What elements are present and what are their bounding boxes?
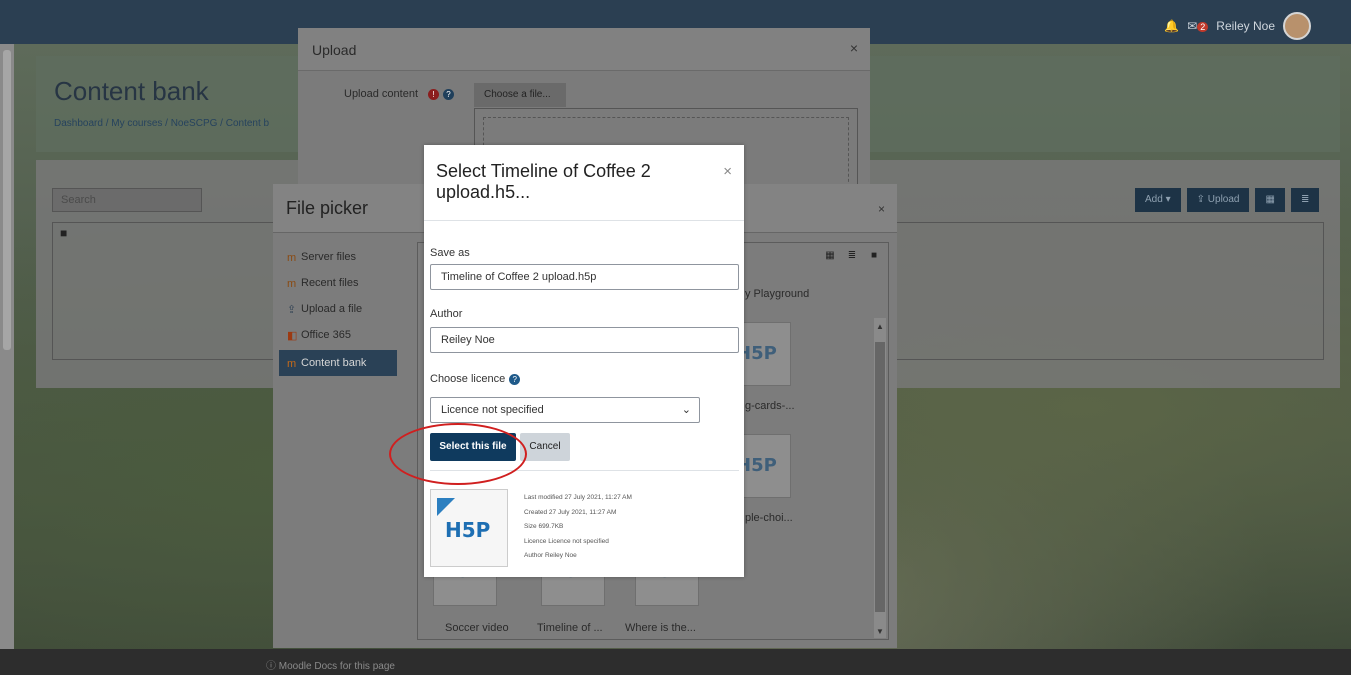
add-button[interactable]: Add ▾ xyxy=(1135,188,1181,212)
page-footer: ⓘ Moodle Docs for this page xyxy=(0,649,1351,675)
size-text: Size 699.7KB xyxy=(524,523,564,530)
scrollbar-thumb[interactable] xyxy=(3,50,11,350)
action-buttons: Add ▾ ⇪ Upload ▦ ≣ xyxy=(1135,188,1320,212)
save-as-label: Save as xyxy=(430,247,470,259)
author-label: Author xyxy=(430,308,463,320)
upload-content-label: Upload content xyxy=(344,88,418,100)
licence-text: Licence Licence not specified xyxy=(524,537,609,545)
last-modified-text: Last modified 27 July 2021, 11:27 AM xyxy=(524,494,632,501)
save-as-input[interactable]: Timeline of Coffee 2 upload.h5p xyxy=(430,264,739,290)
repo-office-365[interactable]: ◧ Office 365 xyxy=(279,322,397,348)
avatar[interactable] xyxy=(1283,12,1311,40)
breadcrumb[interactable]: Dashboard / My courses / NoeSCPG / Conte… xyxy=(54,118,269,129)
drawer-strip xyxy=(0,44,14,675)
search-input[interactable]: Search xyxy=(52,188,202,212)
file-name[interactable]: y Playground xyxy=(745,288,809,300)
user-menu[interactable]: 🔔 ✉ 2 Reiley Noe xyxy=(1164,12,1311,40)
page-title: Content bank xyxy=(54,76,209,106)
scroll-down-icon[interactable]: ▼ xyxy=(876,627,884,636)
upload-modal-title: Upload xyxy=(312,42,357,58)
folder-icon: ■ xyxy=(60,226,68,240)
close-icon[interactable]: × xyxy=(878,202,885,216)
select-file-dialog: Select Timeline of Coffee 2 upload.h5...… xyxy=(424,145,744,577)
file-details: Last modified 27 July 2021, 11:27 AM Cre… xyxy=(524,491,632,564)
file-name[interactable]: Timeline of ... xyxy=(537,622,603,634)
file-name[interactable]: Where is the... xyxy=(625,622,696,634)
field-icons: !? xyxy=(428,88,458,100)
notification-badge: 2 xyxy=(1197,22,1209,32)
moodle-icon: m xyxy=(287,278,297,290)
select-dialog-title: Select Timeline of Coffee 2 upload.h5... xyxy=(436,161,651,202)
repo-content-bank[interactable]: m Content bank xyxy=(279,350,397,376)
created-text: Created 27 July 2021, 11:27 AM xyxy=(524,508,617,516)
grid-view-icon[interactable]: ▦ xyxy=(821,250,839,264)
file-list-scrollbar[interactable]: ▲ ▼ xyxy=(874,318,886,638)
repo-recent-files[interactable]: m Recent files xyxy=(279,270,397,296)
author-input[interactable]: Reiley Noe xyxy=(430,327,739,353)
moodle-icon: m xyxy=(287,358,297,370)
file-name[interactable]: g-cards-... xyxy=(745,400,795,412)
folder-view-icon[interactable]: ■ xyxy=(865,250,883,264)
licence-select[interactable]: Licence not specified ⌄ xyxy=(430,397,700,423)
close-icon[interactable]: × xyxy=(850,40,858,56)
close-icon[interactable]: × xyxy=(723,163,732,180)
bell-icon[interactable]: 🔔 xyxy=(1164,19,1179,33)
help-icon[interactable]: ? xyxy=(443,89,454,100)
upload-modal-header: Upload × xyxy=(298,28,870,71)
office-icon: ◧ xyxy=(287,330,298,342)
select-dialog-header: Select Timeline of Coffee 2 upload.h5...… xyxy=(424,145,744,221)
upload-button[interactable]: ⇪ Upload xyxy=(1186,188,1250,212)
cancel-button[interactable]: Cancel xyxy=(520,433,570,461)
file-preview-thumbnail: H5P xyxy=(430,489,508,567)
moodle-icon: m xyxy=(287,252,297,264)
user-name[interactable]: Reiley Noe xyxy=(1216,19,1275,33)
licence-label: Choose licence? xyxy=(430,373,521,385)
highlight-annotation xyxy=(389,423,527,485)
file-name[interactable]: ple-choi... xyxy=(745,512,793,524)
choose-file-button[interactable]: Choose a file... xyxy=(474,83,566,107)
file-name[interactable]: Soccer video xyxy=(445,622,509,634)
scrollbar-thumb[interactable] xyxy=(875,342,885,612)
docs-link[interactable]: ⓘ Moodle Docs for this page xyxy=(266,657,395,672)
author-text: Author Reiley Noe xyxy=(524,552,577,559)
list-view-icon[interactable]: ≣ xyxy=(843,250,861,264)
upload-icon: ⇪ xyxy=(287,304,297,316)
repo-server-files[interactable]: m Server files xyxy=(279,244,397,270)
grid-view-icon[interactable]: ▦ xyxy=(1255,188,1285,212)
list-view-icon[interactable]: ≣ xyxy=(1290,188,1320,212)
view-toolbar: ▦ ≣ ■ xyxy=(821,250,883,264)
required-icon: ! xyxy=(428,89,439,100)
h5p-icon: H5P xyxy=(445,518,491,542)
file-picker-title: File picker xyxy=(286,198,369,218)
repo-upload-file[interactable]: ⇪ Upload a file xyxy=(279,296,397,322)
help-icon[interactable]: ? xyxy=(509,374,521,385)
chevron-down-icon: ⌄ xyxy=(681,404,691,416)
messages-icon[interactable]: ✉ 2 xyxy=(1187,19,1209,33)
scroll-up-icon[interactable]: ▲ xyxy=(876,322,884,331)
